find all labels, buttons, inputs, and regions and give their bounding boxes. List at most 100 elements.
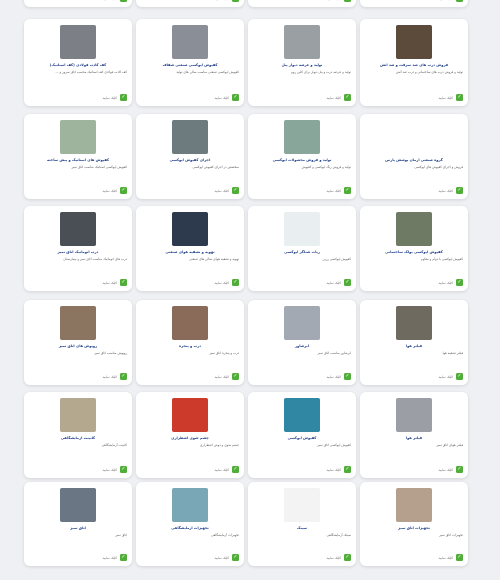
card-footer[interactable]: ✓کلیک نمایید bbox=[438, 373, 463, 380]
product-card[interactable]: ✓کلیک نمایید bbox=[24, 0, 132, 7]
product-thumbnail[interactable] bbox=[60, 488, 96, 522]
card-footer[interactable]: ✓کلیک نمایید bbox=[214, 187, 239, 194]
product-card[interactable]: کف کاذب فولادی (کف استاتیک) کف کاذب فولاد… bbox=[24, 19, 132, 106]
product-card[interactable]: تجهیزات اتاق تمیز تجهیزات اتاق تمیز ✓ کلیک … bbox=[360, 482, 468, 566]
click-label[interactable]: کلیک نمایید bbox=[214, 375, 229, 379]
product-thumbnail[interactable] bbox=[396, 306, 432, 340]
product-card[interactable]: گروه صنعتی آرمان پوشش پارس فروش و اجرای ک… bbox=[360, 114, 468, 199]
click-label[interactable]: کلیک نمایید bbox=[102, 468, 117, 472]
product-title[interactable]: کابینت آزمایشگاهی bbox=[28, 436, 128, 441]
card-footer[interactable]: ✓کلیک نمایید bbox=[326, 0, 351, 2]
click-label[interactable]: کلیک نمایید bbox=[102, 556, 117, 560]
click-label[interactable]: کلیک نمایید bbox=[214, 189, 229, 193]
card-footer[interactable]: ✓کلیک نمایید bbox=[326, 279, 351, 286]
product-thumbnail[interactable] bbox=[172, 120, 208, 154]
card-footer[interactable]: ✓کلیک نمایید bbox=[102, 466, 127, 473]
product-thumbnail[interactable] bbox=[284, 488, 320, 522]
card-footer[interactable]: ✓کلیک نمایید bbox=[214, 373, 239, 380]
product-thumbnail[interactable] bbox=[60, 306, 96, 340]
product-thumbnail[interactable] bbox=[284, 120, 320, 154]
card-footer[interactable]: ✓کلیک نمایید bbox=[326, 94, 351, 101]
click-label[interactable]: کلیک نمایید bbox=[102, 189, 117, 193]
product-card[interactable]: روپوش های اتاق تمیز روپوش مناسب اتاق تمیز… bbox=[24, 300, 132, 385]
product-card[interactable]: تولید و فروش محصولات اپوکسی تولید و فروش … bbox=[248, 114, 356, 199]
product-card[interactable]: ربات شناگر اپوکسی کفپوش اپوکسی رزین ✓ کلیک … bbox=[248, 206, 356, 291]
product-title[interactable]: ربات شناگر اپوکسی bbox=[252, 250, 352, 255]
card-footer[interactable]: ✓کلیک نمایید bbox=[326, 373, 351, 380]
click-label[interactable]: کلیک نمایید bbox=[214, 556, 229, 560]
card-footer[interactable]: ✓کلیک نمایید bbox=[438, 554, 463, 561]
card-footer[interactable]: ✓کلیک نمایید bbox=[102, 94, 127, 101]
click-label[interactable]: کلیک نمایید bbox=[102, 96, 117, 100]
click-label[interactable]: کلیک نمایید bbox=[438, 556, 453, 560]
product-thumbnail[interactable] bbox=[60, 398, 96, 432]
product-title[interactable]: فیلتر هوا bbox=[364, 436, 464, 441]
product-thumbnail[interactable] bbox=[396, 488, 432, 522]
click-label[interactable]: کلیک نمایید bbox=[326, 468, 341, 472]
product-card[interactable]: کفپوش اپوکسی پولک ساختمانی کفپوش اپوکسی ب… bbox=[360, 206, 468, 291]
product-title[interactable]: ایرشاور bbox=[252, 344, 352, 349]
click-label[interactable]: کلیک نمایید bbox=[214, 281, 229, 285]
card-footer[interactable]: ✓کلیک نمایید bbox=[438, 466, 463, 473]
product-card[interactable]: ✓کلیک نمایید bbox=[360, 0, 468, 7]
click-label[interactable]: کلیک نمایید bbox=[102, 281, 117, 285]
product-title[interactable]: تجهیزات آزمایشگاهی bbox=[140, 526, 240, 531]
product-title[interactable]: کفپوش اپوکسی صنعتی شفاف bbox=[140, 63, 240, 68]
card-footer[interactable]: ✓کلیک نمایید bbox=[326, 554, 351, 561]
product-title[interactable]: کفپوش اپوکسی پولک ساختمانی bbox=[364, 250, 464, 255]
product-card[interactable]: فروش درب های ضد سرقت و ضد آتش تولید و فرو… bbox=[360, 19, 468, 106]
click-label[interactable]: کلیک نمایید bbox=[326, 375, 341, 379]
product-thumbnail[interactable] bbox=[284, 398, 320, 432]
click-label[interactable]: کلیک نمایید bbox=[438, 96, 453, 100]
click-label[interactable]: کلیک نمایید bbox=[438, 0, 453, 1]
card-footer[interactable]: ✓کلیک نمایید bbox=[326, 466, 351, 473]
product-title[interactable]: فیلتر هوا bbox=[364, 344, 464, 349]
click-label[interactable]: کلیک نمایید bbox=[102, 375, 117, 379]
click-label[interactable]: کلیک نمایید bbox=[326, 189, 341, 193]
product-title[interactable]: اتاق تمیز bbox=[28, 526, 128, 531]
product-title[interactable]: درب و پنجره bbox=[140, 344, 240, 349]
product-card[interactable]: ایرشاور ایرشاور مناسب اتاق تمیز ✓ کلیک نمای… bbox=[248, 300, 356, 385]
product-card[interactable]: ✓کلیک نمایید bbox=[248, 0, 356, 7]
card-footer[interactable]: ✓کلیک نمایید bbox=[214, 554, 239, 561]
product-card[interactable]: کفپوش های استاتیک و پیش ساخته کفپوش اپوکس… bbox=[24, 114, 132, 199]
card-footer[interactable]: ✓کلیک نمایید bbox=[102, 373, 127, 380]
product-card[interactable]: تهویه و تصفیه هوای صنعتی تهویه و تصفیه هو… bbox=[136, 206, 244, 291]
product-title[interactable]: درب اتوماتیک اتاق تمیز bbox=[28, 250, 128, 255]
card-footer[interactable]: ✓کلیک نمایید bbox=[326, 187, 351, 194]
product-card[interactable]: اجرای کفپوش اپوکسی متخصص در اجرای کفپوش ا… bbox=[136, 114, 244, 199]
click-label[interactable]: کلیک نمایید bbox=[438, 281, 453, 285]
product-title[interactable]: کفپوش های استاتیک و پیش ساخته bbox=[28, 158, 128, 163]
product-card[interactable]: درب و پنجره درب و پنجره اتاق تمیز ✓ کلیک نم… bbox=[136, 300, 244, 385]
product-thumbnail[interactable] bbox=[284, 212, 320, 246]
product-thumbnail[interactable] bbox=[396, 212, 432, 246]
product-thumbnail[interactable] bbox=[172, 212, 208, 246]
product-thumbnail[interactable] bbox=[172, 398, 208, 432]
product-card[interactable]: ✓کلیک نمایید bbox=[136, 0, 244, 7]
card-footer[interactable]: ✓کلیک نمایید bbox=[102, 187, 127, 194]
product-thumbnail[interactable] bbox=[172, 25, 208, 59]
click-label[interactable]: کلیک نمایید bbox=[326, 96, 341, 100]
product-thumbnail[interactable] bbox=[172, 306, 208, 340]
card-footer[interactable]: ✓کلیک نمایید bbox=[214, 0, 239, 2]
product-title[interactable]: تولید و عرضه دیوار پنل bbox=[252, 63, 352, 68]
product-thumbnail[interactable] bbox=[60, 25, 96, 59]
card-footer[interactable]: ✓کلیک نمایید bbox=[214, 279, 239, 286]
click-label[interactable]: کلیک نمایید bbox=[214, 0, 229, 1]
click-label[interactable]: کلیک نمایید bbox=[438, 468, 453, 472]
product-thumbnail[interactable] bbox=[60, 212, 96, 246]
product-card[interactable]: تجهیزات آزمایشگاهی تجهیزات آزمایشگاهی ✓ کلی… bbox=[136, 482, 244, 566]
product-title[interactable]: چشم شوی اضطراری bbox=[140, 436, 240, 441]
product-card[interactable]: درب اتوماتیک اتاق تمیز درب های اتوماتیک م… bbox=[24, 206, 132, 291]
product-title[interactable]: روپوش های اتاق تمیز bbox=[28, 344, 128, 349]
card-footer[interactable]: ✓کلیک نمایید bbox=[102, 279, 127, 286]
product-card[interactable]: کابینت آزمایشگاهی کابینت آزمایشگاهی ✓ کلیک … bbox=[24, 392, 132, 478]
product-thumbnail[interactable] bbox=[284, 306, 320, 340]
card-footer[interactable]: ✓کلیک نمایید bbox=[438, 94, 463, 101]
click-label[interactable]: کلیک نمایید bbox=[326, 556, 341, 560]
click-label[interactable]: کلیک نمایید bbox=[438, 189, 453, 193]
card-footer[interactable]: ✓کلیک نمایید bbox=[214, 466, 239, 473]
card-footer[interactable]: ✓کلیک نمایید bbox=[438, 0, 463, 2]
product-title[interactable]: سینک bbox=[252, 526, 352, 531]
product-thumbnail[interactable] bbox=[396, 120, 432, 154]
